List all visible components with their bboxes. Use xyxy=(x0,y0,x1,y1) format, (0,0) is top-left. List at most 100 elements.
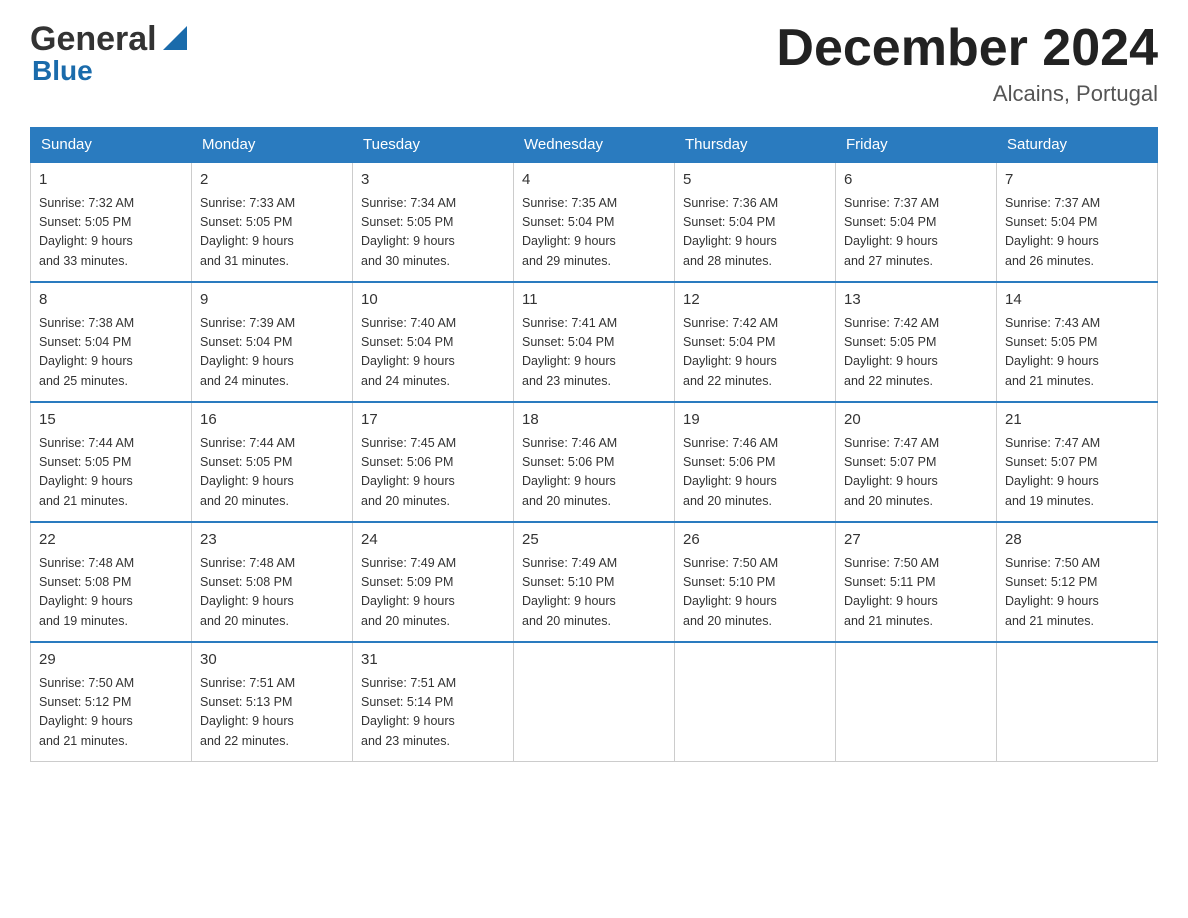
logo-general-text: General xyxy=(30,20,157,59)
day-number: 23 xyxy=(200,529,344,552)
table-row: 15 Sunrise: 7:44 AMSunset: 5:05 PMDaylig… xyxy=(31,402,192,522)
table-row: 10 Sunrise: 7:40 AMSunset: 5:04 PMDaylig… xyxy=(353,282,514,402)
table-row: 27 Sunrise: 7:50 AMSunset: 5:11 PMDaylig… xyxy=(836,522,997,642)
col-friday: Friday xyxy=(836,128,997,163)
day-info: Sunrise: 7:47 AMSunset: 5:07 PMDaylight:… xyxy=(844,436,939,508)
day-info: Sunrise: 7:50 AMSunset: 5:11 PMDaylight:… xyxy=(844,556,939,628)
day-number: 31 xyxy=(361,649,505,672)
table-row: 8 Sunrise: 7:38 AMSunset: 5:04 PMDayligh… xyxy=(31,282,192,402)
month-title: December 2024 xyxy=(776,20,1158,77)
day-number: 8 xyxy=(39,289,183,312)
table-row: 3 Sunrise: 7:34 AMSunset: 5:05 PMDayligh… xyxy=(353,162,514,282)
day-number: 2 xyxy=(200,169,344,192)
day-number: 5 xyxy=(683,169,827,192)
table-row: 24 Sunrise: 7:49 AMSunset: 5:09 PMDaylig… xyxy=(353,522,514,642)
day-number: 6 xyxy=(844,169,988,192)
table-row xyxy=(675,642,836,762)
calendar-table: Sunday Monday Tuesday Wednesday Thursday… xyxy=(30,127,1158,762)
day-info: Sunrise: 7:51 AMSunset: 5:14 PMDaylight:… xyxy=(361,676,456,748)
day-number: 10 xyxy=(361,289,505,312)
col-tuesday: Tuesday xyxy=(353,128,514,163)
table-row: 4 Sunrise: 7:35 AMSunset: 5:04 PMDayligh… xyxy=(514,162,675,282)
day-info: Sunrise: 7:47 AMSunset: 5:07 PMDaylight:… xyxy=(1005,436,1100,508)
day-number: 14 xyxy=(1005,289,1149,312)
day-number: 13 xyxy=(844,289,988,312)
day-number: 3 xyxy=(361,169,505,192)
col-wednesday: Wednesday xyxy=(514,128,675,163)
day-info: Sunrise: 7:42 AMSunset: 5:05 PMDaylight:… xyxy=(844,316,939,388)
day-info: Sunrise: 7:33 AMSunset: 5:05 PMDaylight:… xyxy=(200,196,295,268)
day-info: Sunrise: 7:42 AMSunset: 5:04 PMDaylight:… xyxy=(683,316,778,388)
table-row: 7 Sunrise: 7:37 AMSunset: 5:04 PMDayligh… xyxy=(997,162,1158,282)
table-row: 21 Sunrise: 7:47 AMSunset: 5:07 PMDaylig… xyxy=(997,402,1158,522)
calendar-week-row: 8 Sunrise: 7:38 AMSunset: 5:04 PMDayligh… xyxy=(31,282,1158,402)
day-number: 9 xyxy=(200,289,344,312)
day-info: Sunrise: 7:38 AMSunset: 5:04 PMDaylight:… xyxy=(39,316,134,388)
day-info: Sunrise: 7:46 AMSunset: 5:06 PMDaylight:… xyxy=(683,436,778,508)
day-number: 29 xyxy=(39,649,183,672)
col-monday: Monday xyxy=(192,128,353,163)
day-info: Sunrise: 7:51 AMSunset: 5:13 PMDaylight:… xyxy=(200,676,295,748)
table-row: 29 Sunrise: 7:50 AMSunset: 5:12 PMDaylig… xyxy=(31,642,192,762)
day-number: 22 xyxy=(39,529,183,552)
day-number: 27 xyxy=(844,529,988,552)
day-info: Sunrise: 7:46 AMSunset: 5:06 PMDaylight:… xyxy=(522,436,617,508)
day-info: Sunrise: 7:48 AMSunset: 5:08 PMDaylight:… xyxy=(200,556,295,628)
table-row: 16 Sunrise: 7:44 AMSunset: 5:05 PMDaylig… xyxy=(192,402,353,522)
day-number: 7 xyxy=(1005,169,1149,192)
calendar-week-row: 1 Sunrise: 7:32 AMSunset: 5:05 PMDayligh… xyxy=(31,162,1158,282)
day-info: Sunrise: 7:37 AMSunset: 5:04 PMDaylight:… xyxy=(1005,196,1100,268)
table-row: 22 Sunrise: 7:48 AMSunset: 5:08 PMDaylig… xyxy=(31,522,192,642)
day-number: 25 xyxy=(522,529,666,552)
day-info: Sunrise: 7:37 AMSunset: 5:04 PMDaylight:… xyxy=(844,196,939,268)
calendar-week-row: 29 Sunrise: 7:50 AMSunset: 5:12 PMDaylig… xyxy=(31,642,1158,762)
day-number: 19 xyxy=(683,409,827,432)
day-number: 24 xyxy=(361,529,505,552)
table-row: 25 Sunrise: 7:49 AMSunset: 5:10 PMDaylig… xyxy=(514,522,675,642)
day-number: 15 xyxy=(39,409,183,432)
table-row: 9 Sunrise: 7:39 AMSunset: 5:04 PMDayligh… xyxy=(192,282,353,402)
table-row: 31 Sunrise: 7:51 AMSunset: 5:14 PMDaylig… xyxy=(353,642,514,762)
day-info: Sunrise: 7:34 AMSunset: 5:05 PMDaylight:… xyxy=(361,196,456,268)
table-row: 5 Sunrise: 7:36 AMSunset: 5:04 PMDayligh… xyxy=(675,162,836,282)
table-row: 23 Sunrise: 7:48 AMSunset: 5:08 PMDaylig… xyxy=(192,522,353,642)
location-subtitle: Alcains, Portugal xyxy=(776,81,1158,107)
calendar-week-row: 22 Sunrise: 7:48 AMSunset: 5:08 PMDaylig… xyxy=(31,522,1158,642)
day-info: Sunrise: 7:44 AMSunset: 5:05 PMDaylight:… xyxy=(200,436,295,508)
table-row: 12 Sunrise: 7:42 AMSunset: 5:04 PMDaylig… xyxy=(675,282,836,402)
table-row: 20 Sunrise: 7:47 AMSunset: 5:07 PMDaylig… xyxy=(836,402,997,522)
day-info: Sunrise: 7:39 AMSunset: 5:04 PMDaylight:… xyxy=(200,316,295,388)
table-row: 28 Sunrise: 7:50 AMSunset: 5:12 PMDaylig… xyxy=(997,522,1158,642)
day-number: 26 xyxy=(683,529,827,552)
day-info: Sunrise: 7:45 AMSunset: 5:06 PMDaylight:… xyxy=(361,436,456,508)
col-saturday: Saturday xyxy=(997,128,1158,163)
logo-blue-text: Blue xyxy=(32,55,93,87)
day-number: 28 xyxy=(1005,529,1149,552)
day-info: Sunrise: 7:41 AMSunset: 5:04 PMDaylight:… xyxy=(522,316,617,388)
table-row xyxy=(514,642,675,762)
day-info: Sunrise: 7:36 AMSunset: 5:04 PMDaylight:… xyxy=(683,196,778,268)
calendar-header-row: Sunday Monday Tuesday Wednesday Thursday… xyxy=(31,128,1158,163)
table-row: 11 Sunrise: 7:41 AMSunset: 5:04 PMDaylig… xyxy=(514,282,675,402)
day-info: Sunrise: 7:40 AMSunset: 5:04 PMDaylight:… xyxy=(361,316,456,388)
table-row xyxy=(836,642,997,762)
day-number: 1 xyxy=(39,169,183,192)
day-info: Sunrise: 7:49 AMSunset: 5:09 PMDaylight:… xyxy=(361,556,456,628)
day-info: Sunrise: 7:44 AMSunset: 5:05 PMDaylight:… xyxy=(39,436,134,508)
table-row: 1 Sunrise: 7:32 AMSunset: 5:05 PMDayligh… xyxy=(31,162,192,282)
day-info: Sunrise: 7:50 AMSunset: 5:12 PMDaylight:… xyxy=(1005,556,1100,628)
day-info: Sunrise: 7:32 AMSunset: 5:05 PMDaylight:… xyxy=(39,196,134,268)
day-number: 20 xyxy=(844,409,988,432)
day-number: 17 xyxy=(361,409,505,432)
day-number: 16 xyxy=(200,409,344,432)
logo: General Blue xyxy=(30,20,191,87)
table-row: 30 Sunrise: 7:51 AMSunset: 5:13 PMDaylig… xyxy=(192,642,353,762)
day-info: Sunrise: 7:35 AMSunset: 5:04 PMDaylight:… xyxy=(522,196,617,268)
day-info: Sunrise: 7:50 AMSunset: 5:12 PMDaylight:… xyxy=(39,676,134,748)
page-header: General Blue December 2024 Alcains, Port… xyxy=(30,20,1158,107)
day-number: 18 xyxy=(522,409,666,432)
table-row: 6 Sunrise: 7:37 AMSunset: 5:04 PMDayligh… xyxy=(836,162,997,282)
day-info: Sunrise: 7:48 AMSunset: 5:08 PMDaylight:… xyxy=(39,556,134,628)
table-row: 2 Sunrise: 7:33 AMSunset: 5:05 PMDayligh… xyxy=(192,162,353,282)
day-number: 11 xyxy=(522,289,666,312)
